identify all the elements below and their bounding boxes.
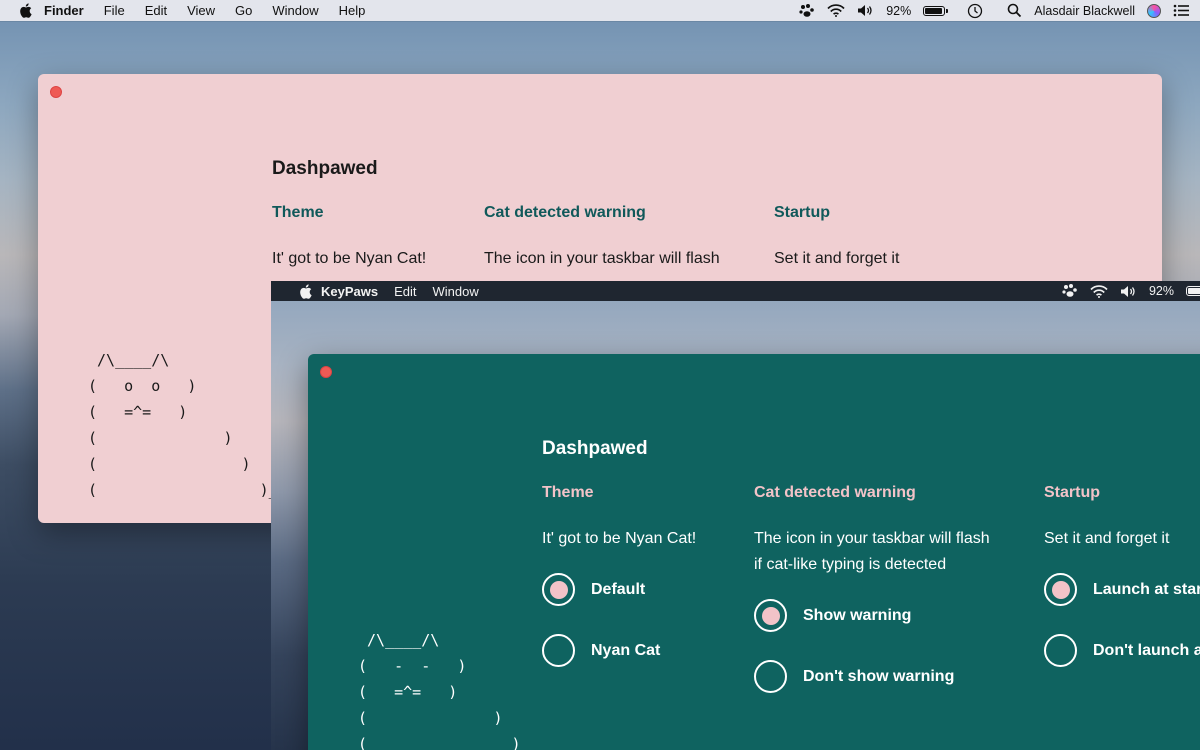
- apple-logo-icon[interactable]: [14, 3, 36, 18]
- battery-icon[interactable]: [1186, 286, 1200, 296]
- radio-button[interactable]: [542, 634, 575, 667]
- paw-icon[interactable]: [799, 3, 815, 18]
- radio-label[interactable]: Launch at startup: [1093, 581, 1200, 599]
- volume-icon[interactable]: [1120, 285, 1137, 298]
- battery-level-fill: [925, 7, 942, 14]
- radio-option-launch-at-startup[interactable]: Launch at startup: [1044, 566, 1200, 613]
- startup-column: Startup Set it and forget it Launch at s…: [1044, 484, 1200, 674]
- status-area: 92%: [1062, 284, 1200, 298]
- spotlight-search-icon[interactable]: [1007, 3, 1022, 18]
- wifi-icon[interactable]: [1090, 284, 1108, 298]
- menu-window[interactable]: Window: [272, 3, 318, 18]
- menu-edit[interactable]: Edit: [145, 3, 167, 18]
- wifi-icon[interactable]: [827, 4, 845, 17]
- theme-column: Theme It' got to be Nyan Cat!: [272, 204, 426, 272]
- menu-edit[interactable]: Edit: [394, 284, 416, 299]
- radio-option-default[interactable]: Default: [542, 566, 696, 613]
- dashpawed-window-teal: Dashpawed /\____/\ ( - - ) ( =^= ) ( ) (…: [308, 354, 1200, 750]
- paw-icon[interactable]: [1062, 284, 1078, 298]
- menu-file[interactable]: File: [104, 3, 125, 18]
- radio-button[interactable]: [754, 599, 787, 632]
- embedded-screenshot: KeyPaws Edit Window 92% Dashpawed /\____…: [271, 281, 1200, 750]
- close-button[interactable]: [320, 366, 332, 378]
- radio-option-dont-launch-at-startup[interactable]: Don't launch at startup: [1044, 627, 1200, 674]
- volume-icon[interactable]: [857, 4, 874, 17]
- close-button[interactable]: [50, 86, 62, 98]
- column-heading: Startup: [774, 204, 830, 221]
- column-description: It' got to be Nyan Cat!: [272, 250, 427, 267]
- radio-label[interactable]: Nyan Cat: [591, 642, 660, 660]
- startup-column: Startup Set it and forget it: [774, 204, 899, 272]
- radio-button[interactable]: [754, 660, 787, 693]
- radio-label[interactable]: Don't launch at startup: [1093, 642, 1200, 660]
- radio-selected-dot: [1051, 580, 1070, 599]
- menu-view[interactable]: View: [187, 3, 215, 18]
- ascii-cat-art: /\____/\ ( - - ) ( =^= ) ( ) ( ): [358, 631, 521, 750]
- column-description: The icon in your taskbar will flash if c…: [754, 530, 990, 573]
- status-area: 92% Alasdair Blackwell: [799, 3, 1190, 19]
- column-description: Set it and forget it: [774, 250, 900, 267]
- column-description: It' got to be Nyan Cat!: [542, 530, 697, 547]
- column-description: Set it and forget it: [1044, 530, 1170, 547]
- window-title: Dashpawed: [542, 438, 648, 459]
- radio-option-dont-show-warning[interactable]: Don't show warning: [754, 653, 990, 700]
- radio-selected-dot: [549, 580, 568, 599]
- column-description: The icon in your taskbar will flash: [484, 250, 720, 267]
- column-heading: Cat detected warning: [754, 484, 916, 501]
- menu-bar-secondary: KeyPaws Edit Window 92%: [271, 281, 1200, 301]
- menu-app-name[interactable]: Finder: [44, 3, 84, 18]
- battery-percent: 92%: [1148, 284, 1174, 298]
- radio-label[interactable]: Show warning: [803, 607, 911, 625]
- battery-percent: 92%: [886, 3, 912, 18]
- menu-help[interactable]: Help: [339, 3, 366, 18]
- menu-app-name[interactable]: KeyPaws: [321, 284, 378, 299]
- radio-label[interactable]: Default: [591, 581, 645, 599]
- theme-column: Theme It' got to be Nyan Cat! Default Ny…: [542, 484, 696, 674]
- radio-option-show-warning[interactable]: Show warning: [754, 592, 990, 639]
- menu-bar: Finder File Edit View Go Window Help 92%…: [0, 0, 1200, 21]
- user-name[interactable]: Alasdair Blackwell: [1034, 4, 1135, 18]
- menu-window[interactable]: Window: [433, 284, 479, 299]
- radio-selected-dot: [761, 606, 780, 625]
- battery-icon[interactable]: [923, 5, 949, 16]
- notification-center-icon[interactable]: [1173, 4, 1190, 17]
- column-heading: Cat detected warning: [484, 204, 646, 221]
- menu-go[interactable]: Go: [235, 3, 252, 18]
- warning-column: Cat detected warning The icon in your ta…: [754, 484, 990, 700]
- radio-button[interactable]: [1044, 634, 1077, 667]
- apple-logo-icon[interactable]: [289, 283, 321, 299]
- warning-column: Cat detected warning The icon in your ta…: [484, 204, 720, 272]
- radio-button[interactable]: [1044, 573, 1077, 606]
- radio-button[interactable]: [542, 573, 575, 606]
- column-heading: Startup: [1044, 484, 1100, 501]
- battery-level-fill: [1188, 288, 1200, 294]
- radio-label[interactable]: Don't show warning: [803, 668, 954, 686]
- window-title: Dashpawed: [272, 158, 378, 179]
- clock-icon[interactable]: [967, 3, 983, 19]
- column-heading: Theme: [542, 484, 594, 501]
- siri-icon[interactable]: [1147, 3, 1161, 18]
- radio-option-nyan-cat[interactable]: Nyan Cat: [542, 627, 696, 674]
- column-heading: Theme: [272, 204, 324, 221]
